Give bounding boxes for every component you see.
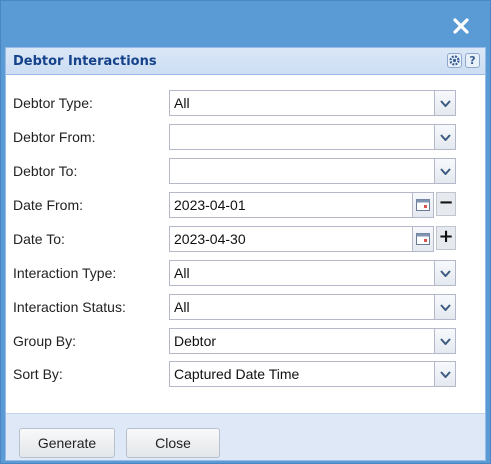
row-debtor-to: Debtor To: [6, 158, 485, 184]
report-dialog: Debtor Interactions ? Debtor Type: All D… [0, 0, 491, 464]
debtor-from-label: Debtor From: [13, 129, 96, 145]
chevron-down-icon[interactable] [434, 91, 455, 115]
date-to-value[interactable]: 2023-04-30 [174, 231, 246, 247]
interaction-status-select[interactable]: All [169, 294, 456, 320]
row-sort-by: Sort By: Captured Date Time [6, 361, 485, 387]
close-icon[interactable] [450, 15, 472, 37]
calendar-icon[interactable] [412, 193, 433, 217]
debtor-from-select[interactable] [169, 124, 456, 150]
increment-button[interactable]: + [436, 226, 456, 250]
gear-icon[interactable] [447, 53, 462, 68]
chevron-down-icon[interactable] [434, 362, 455, 386]
report-panel: Debtor Interactions ? Debtor Type: All D… [5, 47, 486, 461]
date-from-field[interactable]: 2023-04-01 [169, 192, 434, 218]
decrement-button[interactable]: − [436, 192, 456, 216]
row-date-from: Date From: 2023-04-01 − [6, 192, 485, 218]
interaction-status-value: All [174, 299, 190, 315]
generate-button[interactable]: Generate [19, 428, 115, 458]
calendar-icon[interactable] [412, 227, 433, 251]
sort-by-value: Captured Date Time [174, 366, 300, 382]
group-by-value: Debtor [174, 333, 217, 349]
debtor-to-select[interactable] [169, 158, 456, 184]
row-debtor-from: Debtor From: [6, 124, 485, 150]
panel-title: Debtor Interactions [13, 54, 157, 69]
row-date-to: Date To: 2023-04-30 + [6, 226, 485, 252]
row-group-by: Group By: Debtor [6, 328, 485, 354]
group-by-label: Group By: [13, 333, 77, 349]
close-button[interactable]: Close [126, 428, 220, 458]
interaction-type-label: Interaction Type: [13, 265, 117, 281]
debtor-type-value: All [174, 95, 190, 111]
sort-by-select[interactable]: Captured Date Time [169, 361, 456, 387]
date-to-label: Date To: [13, 231, 65, 247]
date-to-field[interactable]: 2023-04-30 [169, 226, 434, 252]
debtor-to-label: Debtor To: [13, 163, 78, 179]
chevron-down-icon[interactable] [434, 295, 455, 319]
chevron-down-icon[interactable] [434, 261, 455, 285]
form-body: Debtor Type: All Debtor From: Debtor To:… [6, 75, 485, 413]
group-by-select[interactable]: Debtor [169, 328, 456, 354]
chevron-down-icon[interactable] [434, 125, 455, 149]
help-icon[interactable]: ? [465, 53, 480, 68]
interaction-status-label: Interaction Status: [13, 299, 126, 315]
panel-header: Debtor Interactions ? [6, 48, 485, 75]
row-interaction-status: Interaction Status: All [6, 294, 485, 320]
sort-by-label: Sort By: [13, 366, 63, 382]
interaction-type-select[interactable]: All [169, 260, 456, 286]
debtor-type-select[interactable]: All [169, 90, 456, 116]
date-from-value[interactable]: 2023-04-01 [174, 197, 246, 213]
row-interaction-type: Interaction Type: All [6, 260, 485, 286]
button-bar: Generate Close [6, 413, 485, 460]
row-debtor-type: Debtor Type: All [6, 90, 485, 116]
interaction-type-value: All [174, 265, 190, 281]
chevron-down-icon[interactable] [434, 159, 455, 183]
date-from-label: Date From: [13, 197, 84, 213]
chevron-down-icon[interactable] [434, 329, 455, 353]
debtor-type-label: Debtor Type: [13, 95, 93, 111]
